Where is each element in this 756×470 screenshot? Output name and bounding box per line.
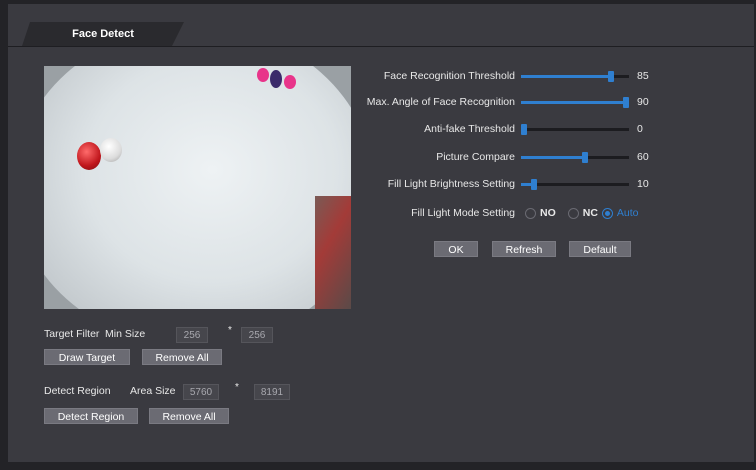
- fill-light-brightness-label: Fill Light Brightness Setting: [387, 178, 515, 190]
- remove-all-regions-button[interactable]: Remove All: [149, 408, 229, 424]
- fill-light-brightness-slider[interactable]: [521, 176, 629, 192]
- fill-light-mode-row: Fill Light Mode Setting NO NC Auto: [353, 205, 647, 221]
- draw-target-button[interactable]: Draw Target: [44, 349, 130, 365]
- ok-button[interactable]: OK: [434, 241, 478, 257]
- magenta-magnet: [284, 75, 296, 89]
- area-size-separator: *: [235, 382, 239, 393]
- min-size-label: Min Size: [105, 328, 146, 340]
- camera-preview[interactable]: [44, 66, 351, 309]
- slider-thumb[interactable]: [521, 124, 527, 135]
- detect-region-label: Detect Region: [44, 385, 111, 397]
- slider-thumb[interactable]: [582, 152, 588, 163]
- min-size-width-input[interactable]: 256: [176, 327, 208, 343]
- area-size-width-input[interactable]: 5760: [183, 384, 219, 400]
- slider-thumb[interactable]: [608, 71, 614, 82]
- anti-fake-threshold-slider[interactable]: [521, 121, 629, 137]
- face-recognition-threshold-slider[interactable]: [521, 68, 629, 84]
- face-detect-panel: Face Detect Face Recognition Threshold 8…: [8, 4, 754, 462]
- min-size-height-input[interactable]: 256: [241, 327, 273, 343]
- anti-fake-threshold-row: Anti-fake Threshold 0: [353, 121, 667, 137]
- target-filter-label: Target Filter: [44, 328, 100, 340]
- picture-compare-slider[interactable]: [521, 149, 629, 165]
- radio-no[interactable]: [525, 207, 536, 219]
- max-angle-row: Max. Angle of Face Recognition 90: [353, 94, 667, 110]
- whiteboard-image: [44, 66, 351, 309]
- detect-region-button[interactable]: Detect Region: [44, 408, 138, 424]
- max-angle-value: 90: [637, 96, 649, 108]
- slider-thumb[interactable]: [531, 179, 537, 190]
- picture-compare-row: Picture Compare 60: [353, 149, 667, 165]
- preview-wall-edge: [315, 196, 351, 309]
- picture-compare-label: Picture Compare: [436, 151, 515, 163]
- option-nc-label: NC: [582, 207, 598, 219]
- white-magnet: [100, 138, 122, 162]
- radio-auto[interactable]: [601, 207, 613, 219]
- max-angle-label: Max. Angle of Face Recognition: [366, 96, 515, 108]
- picture-compare-value: 60: [637, 151, 649, 163]
- option-auto-label: Auto: [616, 207, 639, 219]
- tab-bar: Face Detect: [8, 22, 754, 47]
- anti-fake-threshold-value: 0: [637, 123, 643, 135]
- bottom-strip: [0, 462, 756, 470]
- refresh-button[interactable]: Refresh: [492, 241, 556, 257]
- purple-magnet: [270, 70, 282, 88]
- pink-magnet: [257, 68, 269, 82]
- remove-all-targets-button[interactable]: Remove All: [142, 349, 222, 365]
- max-angle-slider[interactable]: [521, 94, 629, 110]
- slider-thumb[interactable]: [623, 97, 629, 108]
- anti-fake-threshold-label: Anti-fake Threshold: [424, 123, 515, 135]
- radio-nc[interactable]: [567, 207, 579, 219]
- default-button[interactable]: Default: [569, 241, 631, 257]
- area-size-height-input[interactable]: 8191: [254, 384, 290, 400]
- fill-light-brightness-value: 10: [637, 178, 649, 190]
- fill-light-mode-label: Fill Light Mode Setting: [411, 207, 515, 219]
- face-recognition-threshold-label: Face Recognition Threshold: [383, 70, 515, 82]
- red-magnet: [77, 142, 101, 170]
- face-recognition-threshold-row: Face Recognition Threshold 85: [353, 68, 667, 84]
- min-size-separator: *: [228, 325, 232, 336]
- area-size-label: Area Size: [130, 385, 176, 397]
- tab-face-detect[interactable]: Face Detect: [22, 22, 184, 46]
- fill-light-brightness-row: Fill Light Brightness Setting 10: [353, 176, 667, 192]
- face-recognition-threshold-value: 85: [637, 70, 649, 82]
- option-no-label: NO: [540, 207, 556, 219]
